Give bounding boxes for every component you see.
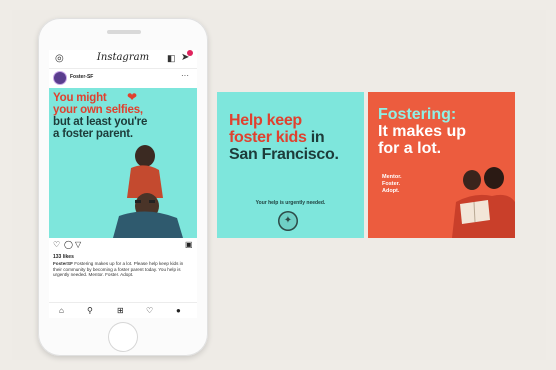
post-image[interactable]: You might ❤ your own selfies, but at lea… (49, 88, 197, 238)
caption-username[interactable]: FosterSF (53, 261, 73, 266)
add-post-icon[interactable]: ⊞ (117, 306, 124, 315)
like-count: 133 likes (53, 254, 74, 260)
camera-icon[interactable]: ◎ (55, 53, 64, 64)
activity-icon[interactable]: ♡ (146, 306, 153, 315)
card-help-line3: San Francisco. (229, 146, 339, 163)
card-fostering: Fostering: It makes up for a lot. Mentor… (368, 92, 515, 238)
instagram-logo: Instagram (96, 52, 150, 63)
post-caption: FosterSF Fostering makes up for a lot. P… (53, 261, 193, 278)
heart-icon[interactable]: ♡ (53, 240, 60, 249)
bookmark-icon[interactable]: ▣ (185, 240, 193, 249)
igtv-icon[interactable]: ◧ (167, 53, 176, 64)
card-help-line2: foster kids in (229, 129, 325, 146)
post-header: Foster-SF ··· (49, 70, 197, 86)
caption-tail: Mentor. Foster. Adopt. (88, 272, 134, 278)
phone-mockup: ◎ Instagram ◧ ➤ Foster-SF ··· You might … (38, 18, 208, 356)
post-actions: ♡ ◯ ▽ ▣ (49, 240, 197, 252)
phone-speaker (107, 30, 141, 34)
profile-icon[interactable]: ● (176, 306, 181, 315)
phone-home-button[interactable] (108, 322, 138, 352)
home-icon[interactable]: ⌂ (59, 306, 64, 315)
card-help-line2-red: foster kids (229, 129, 307, 146)
avatar[interactable] (54, 72, 66, 84)
card-help-line2-dark: in (306, 129, 325, 146)
more-options-icon[interactable]: ··· (181, 71, 189, 80)
card-help-tagline: Your help is urgently needed. (255, 200, 326, 206)
city-seal-icon: ✦ (278, 211, 298, 231)
mother-child-reading-photo (452, 167, 515, 238)
post-username[interactable]: Foster-SF (70, 74, 93, 80)
bottom-nav: ⌂ ⚲ ⊞ ♡ ● (49, 302, 197, 318)
comment-icon[interactable]: ◯ (64, 240, 73, 249)
notification-badge (187, 50, 193, 56)
card-help-line1: Help keep (229, 112, 302, 129)
instagram-top-bar: ◎ Instagram ◧ ➤ (49, 50, 197, 69)
father-child-photo (113, 145, 183, 238)
share-icon[interactable]: ▽ (75, 240, 81, 249)
card-help-keep-foster-kids: Help keep foster kids in San Francisco. … (217, 92, 364, 238)
search-icon[interactable]: ⚲ (87, 306, 93, 315)
phone-screen: ◎ Instagram ◧ ➤ Foster-SF ··· You might … (49, 50, 197, 318)
